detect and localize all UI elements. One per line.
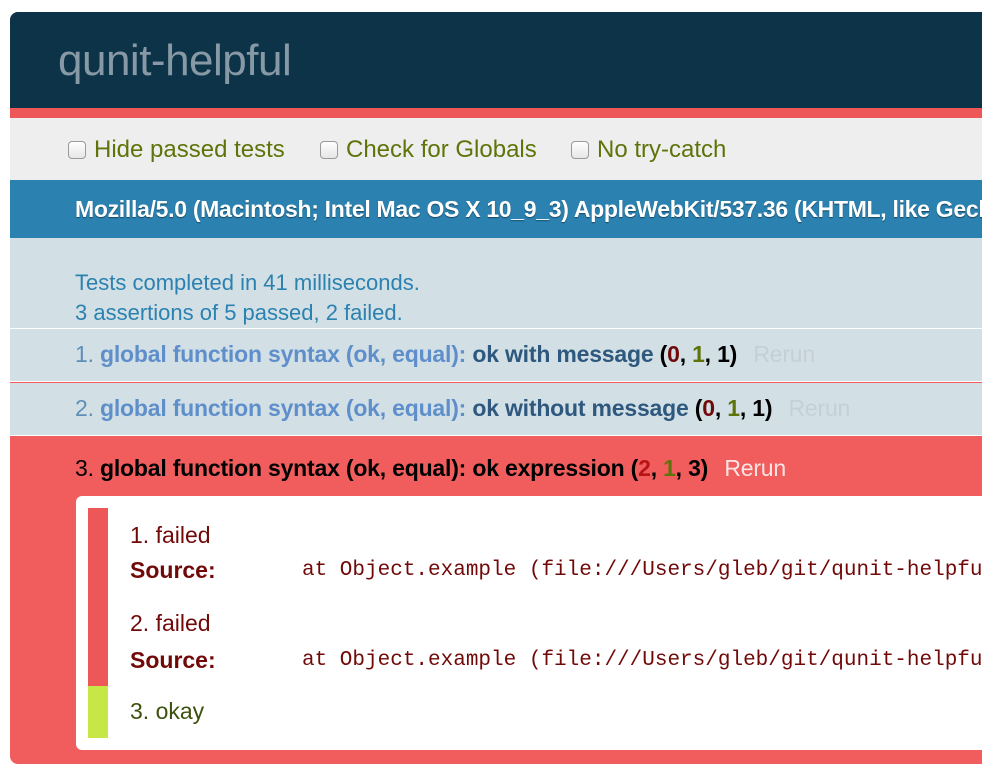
check-globals-option[interactable]: Check for Globals <box>320 136 537 164</box>
summary-duration: Tests completed in 41 milliseconds. <box>75 270 420 295</box>
user-agent-bar: Mozilla/5.0 (Macintosh; Intel Mac OS X 1… <box>10 180 982 238</box>
assertion-item-1: 1. failed Source: at Object.example (fil… <box>88 508 982 596</box>
assertion-item-3: 3. okay <box>88 686 982 738</box>
test-module-name: global function syntax (ok, equal): <box>100 455 467 481</box>
failed-count: 0 <box>667 341 680 367</box>
assertion-list: 1. failed Source: at Object.example (fil… <box>76 496 982 750</box>
source-stack: at Object.example (file:///Users/gleb/gi… <box>302 649 982 672</box>
hide-passed-option[interactable]: Hide passed tests <box>68 136 285 164</box>
total-count: 1 <box>752 395 765 421</box>
source-heading: Source: <box>130 647 216 673</box>
test-row-1-text[interactable]: 1. global function syntax (ok, equal): o… <box>75 341 815 368</box>
rerun-link[interactable]: Rerun <box>788 395 850 421</box>
page-title[interactable]: qunit-helpful <box>58 34 292 88</box>
test-row-2-text[interactable]: 2. global function syntax (ok, equal): o… <box>75 395 850 422</box>
hide-passed-checkbox[interactable] <box>68 141 86 159</box>
toolbar: Hide passed tests Check for Globals No t… <box>10 118 982 180</box>
status-bar <box>10 108 982 118</box>
test-summary: Tests completed in 41 milliseconds. 3 as… <box>10 238 982 329</box>
no-try-catch-label[interactable]: No try-catch <box>597 136 726 164</box>
header-banner: qunit-helpful <box>10 12 982 108</box>
fail-marker <box>88 508 108 596</box>
test-row-2[interactable]: 2. global function syntax (ok, equal): o… <box>10 383 982 436</box>
fail-marker <box>88 596 108 686</box>
assertion-item-2: 2. failed Source: at Object.example (fil… <box>88 596 982 686</box>
test-counts: (2, 1, 3) <box>630 455 709 481</box>
passed-count: 1 <box>727 395 740 421</box>
test-number: 1. <box>75 341 94 367</box>
source-stack: at Object.example (file:///Users/gleb/gi… <box>302 559 982 582</box>
test-counts: (0, 1, 1) <box>659 341 738 367</box>
summary-assertions: 3 assertions of 5 passed, 2 failed. <box>75 300 403 325</box>
passed-count: 1 <box>663 455 676 481</box>
assertion-label: 1. failed <box>130 522 211 548</box>
assertion-label: 3. okay <box>130 698 205 724</box>
source-heading: Source: <box>130 557 216 583</box>
test-row-3-text[interactable]: 3. global function syntax (ok, equal): o… <box>75 455 786 482</box>
test-module-name: global function syntax (ok, equal): <box>100 395 467 421</box>
test-counts: (0, 1, 1) <box>694 395 773 421</box>
check-globals-checkbox[interactable] <box>320 141 338 159</box>
total-count: 1 <box>717 341 730 367</box>
rerun-link[interactable]: Rerun <box>724 455 786 481</box>
test-row-3[interactable]: 3. global function syntax (ok, equal): o… <box>10 440 982 492</box>
pass-marker <box>88 686 108 738</box>
no-try-catch-checkbox[interactable] <box>571 141 589 159</box>
check-globals-label[interactable]: Check for Globals <box>346 136 537 164</box>
rerun-link[interactable]: Rerun <box>753 341 815 367</box>
test-name: ok expression <box>472 455 625 481</box>
test-row-1[interactable]: 1. global function syntax (ok, equal): o… <box>10 329 982 382</box>
test-module-name: global function syntax (ok, equal): <box>100 341 467 367</box>
user-agent-text: Mozilla/5.0 (Macintosh; Intel Mac OS X 1… <box>75 196 982 222</box>
test-number: 2. <box>75 395 94 421</box>
test-number: 3. <box>75 455 94 481</box>
total-count: 3 <box>688 455 701 481</box>
qunit-container: qunit-helpful Hide passed tests Check fo… <box>10 12 982 764</box>
test-name: ok without message <box>472 395 689 421</box>
assertion-label: 2. failed <box>130 610 211 636</box>
no-try-catch-option[interactable]: No try-catch <box>571 136 726 164</box>
test-name: ok with message <box>472 341 654 367</box>
failed-count: 2 <box>638 455 651 481</box>
failed-count: 0 <box>702 395 715 421</box>
passed-count: 1 <box>692 341 705 367</box>
hide-passed-label[interactable]: Hide passed tests <box>94 136 285 164</box>
